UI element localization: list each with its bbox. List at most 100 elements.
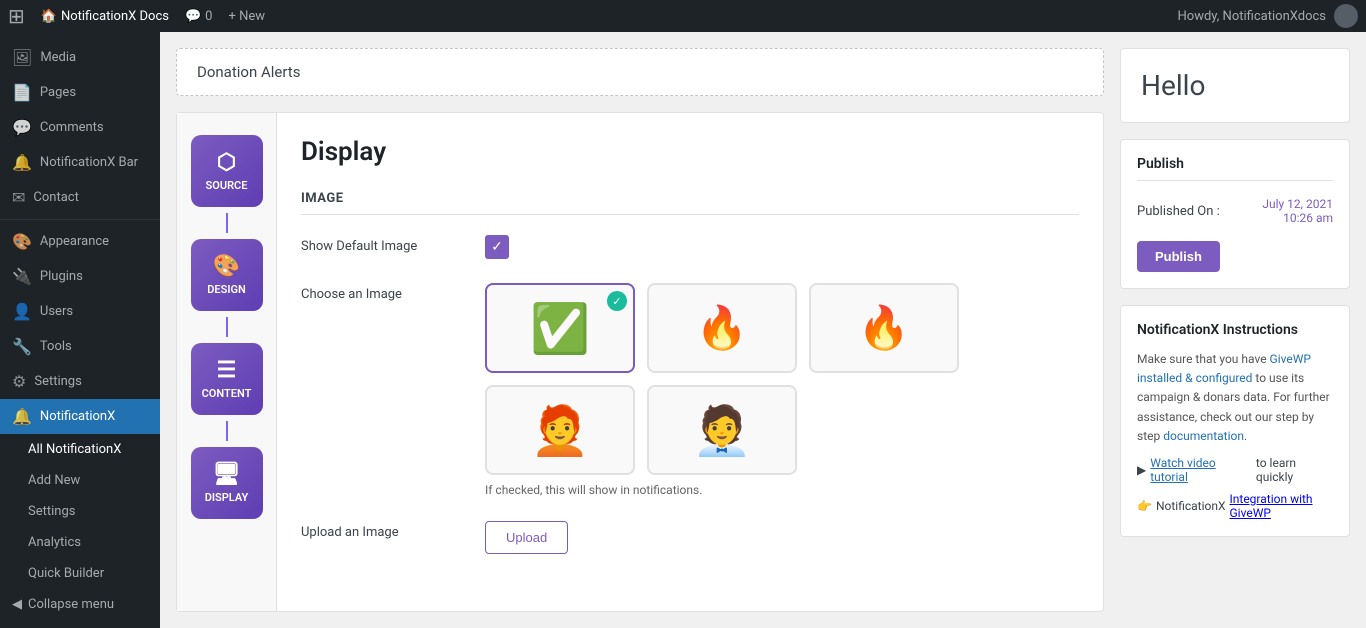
- breadcrumb: Donation Alerts: [176, 48, 1104, 96]
- plugins-icon: 🔌: [12, 267, 32, 286]
- sidebar-item-appearance[interactable]: 🎨 Appearance: [0, 224, 160, 259]
- avatar[interactable]: [1334, 4, 1358, 28]
- step-source[interactable]: ⬡ SOURCE: [177, 129, 276, 213]
- right-panel: Hello Publish Published On : July 12, 20…: [1120, 48, 1350, 612]
- watch-text: to learn quickly: [1256, 456, 1333, 484]
- sidebar-item-comments[interactable]: 💬 Comments: [0, 110, 160, 145]
- comments-count: 0: [205, 9, 212, 24]
- submenu-add-new[interactable]: Add New: [0, 465, 160, 496]
- watch-video-link[interactable]: Watch video tutorial: [1150, 456, 1252, 484]
- image-option-person2[interactable]: 🧑‍💼: [647, 385, 797, 475]
- display-icon: 🖥: [213, 462, 241, 487]
- sidebar-item-contact[interactable]: ✉ Contact: [0, 180, 160, 215]
- source-icon: ⬡: [217, 150, 236, 175]
- sidebar-item-pages[interactable]: 📄 Pages: [0, 75, 160, 110]
- content-icon: ☰: [217, 358, 237, 383]
- breadcrumb-text: Donation Alerts: [197, 63, 300, 81]
- publish-date-value: July 12, 2021: [1262, 197, 1333, 211]
- instructions-title: NotificationX Instructions: [1137, 322, 1333, 338]
- integration-icon: 👉: [1137, 499, 1152, 513]
- sidebar-label-plugins: Plugins: [40, 269, 83, 284]
- step-source-box[interactable]: ⬡ SOURCE: [191, 135, 263, 207]
- connector-3: [226, 421, 228, 441]
- step-display-box[interactable]: 🖥 DISPLAY: [191, 447, 263, 519]
- comments-item[interactable]: 💬 0: [185, 9, 213, 24]
- sidebar-item-users[interactable]: 👤 Users: [0, 294, 160, 329]
- new-item[interactable]: + New: [228, 9, 265, 24]
- step-content[interactable]: ☰ CONTENT: [177, 337, 276, 421]
- sidebar-item-notificationx[interactable]: 🔔 NotificationX: [0, 399, 160, 434]
- add-new-label: Add New: [28, 473, 80, 488]
- site-icon: 🏠: [41, 9, 57, 24]
- step-design[interactable]: 🎨 DESIGN: [177, 233, 276, 317]
- watch-link: ▶ Watch video tutorial to learn quickly: [1137, 456, 1333, 484]
- image-grid-top: ✅ ✓ 🔥 🔥: [485, 283, 959, 373]
- image-option-fire1[interactable]: 🔥: [647, 283, 797, 373]
- quick-builder-label: Quick Builder: [28, 566, 104, 581]
- new-label: + New: [228, 9, 265, 24]
- sidebar-item-settings[interactable]: ⚙ Settings: [0, 364, 160, 399]
- integration-label: NotificationX: [1156, 499, 1226, 513]
- settings-submenu-label: Settings: [28, 504, 75, 519]
- sidebar-item-media[interactable]: 🖼 Media: [0, 40, 160, 75]
- sidebar-label-notificationx-bar: NotificationX Bar: [40, 155, 138, 170]
- sidebar-label-settings: Settings: [34, 374, 81, 389]
- documentation-link[interactable]: documentation: [1163, 429, 1244, 443]
- step-content-box[interactable]: ☰ CONTENT: [191, 343, 263, 415]
- sidebar: 🖼 Media 📄 Pages 💬 Comments 🔔 Notificatio…: [0, 32, 160, 628]
- users-icon: 👤: [12, 302, 32, 321]
- connector-2: [226, 317, 228, 337]
- step-design-box[interactable]: 🎨 DESIGN: [191, 239, 263, 311]
- checkmark-emoji: ✅: [530, 300, 590, 357]
- published-on-label: Published On :: [1137, 204, 1220, 219]
- upload-button[interactable]: Upload: [485, 521, 568, 554]
- sidebar-label-users: Users: [40, 304, 73, 319]
- show-default-image-row: Show Default Image ✓: [301, 235, 1079, 259]
- sidebar-item-notificationx-bar[interactable]: 🔔 NotificationX Bar: [0, 145, 160, 180]
- image-option-checkmark[interactable]: ✅ ✓: [485, 283, 635, 373]
- publish-button[interactable]: Publish: [1137, 241, 1220, 272]
- adminbar-right: Howdy, NotificationXdocs: [1178, 4, 1358, 28]
- watch-icon: ▶: [1137, 463, 1146, 477]
- selected-badge: ✓: [607, 291, 627, 311]
- site-name: NotificationX Docs: [61, 9, 169, 24]
- upload-image-row: Upload an Image Upload: [301, 521, 1079, 554]
- wp-logo[interactable]: ⊞: [8, 4, 25, 28]
- image-option-fire2[interactable]: 🔥: [809, 283, 959, 373]
- submenu-settings[interactable]: Settings: [0, 496, 160, 527]
- step-display[interactable]: 🖥 DISPLAY: [177, 441, 276, 525]
- content-area: ⬡ SOURCE 🎨 DESIGN ☰: [176, 112, 1104, 612]
- fire2-emoji: 🔥: [858, 304, 910, 353]
- sidebar-label-notificationx: NotificationX: [40, 409, 115, 424]
- integration-givewp-link[interactable]: Integration with GiveWP: [1230, 492, 1334, 520]
- analytics-label: Analytics: [28, 535, 81, 550]
- media-icon: 🖼: [12, 48, 32, 67]
- submenu-all-notificationx[interactable]: All NotificationX: [0, 434, 160, 465]
- image-options-container: ✅ ✓ 🔥 🔥: [485, 283, 959, 497]
- publish-date: July 12, 2021 10:26 am: [1262, 197, 1333, 225]
- image-grid-bottom: 🧑‍🦰 🧑‍💼: [485, 385, 959, 475]
- hello-box: Hello: [1120, 48, 1350, 123]
- site-name-item[interactable]: 🏠 NotificationX Docs: [41, 9, 169, 24]
- instructions-part1: Make sure that you have: [1137, 352, 1270, 366]
- image-option-person1[interactable]: 🧑‍🦰: [485, 385, 635, 475]
- center-panel: Donation Alerts ⬡ SOURCE 🎨: [176, 48, 1104, 612]
- submenu-analytics[interactable]: Analytics: [0, 527, 160, 558]
- settings-icon: ⚙: [12, 372, 26, 391]
- sidebar-item-plugins[interactable]: 🔌 Plugins: [0, 259, 160, 294]
- integration-link: 👉 NotificationX Integration with GiveWP: [1137, 492, 1333, 520]
- notificationx-bar-icon: 🔔: [12, 153, 32, 172]
- source-label: SOURCE: [206, 179, 248, 192]
- show-default-image-checkbox[interactable]: ✓: [485, 235, 509, 259]
- person2-emoji: 🧑‍💼: [692, 402, 752, 459]
- upload-image-label: Upload an Image: [301, 521, 461, 540]
- sidebar-item-tools[interactable]: 🔧 Tools: [0, 329, 160, 364]
- admin-bar: ⊞ 🏠 NotificationX Docs 💬 0 + New Howdy, …: [0, 0, 1366, 32]
- layout: 🖼 Media 📄 Pages 💬 Comments 🔔 Notificatio…: [0, 32, 1366, 628]
- display-label: DISPLAY: [205, 491, 249, 504]
- collapse-menu[interactable]: ◀ Collapse menu: [0, 589, 160, 620]
- instructions-text: Make sure that you have GiveWP installed…: [1137, 350, 1333, 446]
- sidebar-label-tools: Tools: [40, 339, 72, 354]
- collapse-label: Collapse menu: [28, 597, 114, 612]
- submenu-quick-builder[interactable]: Quick Builder: [0, 558, 160, 589]
